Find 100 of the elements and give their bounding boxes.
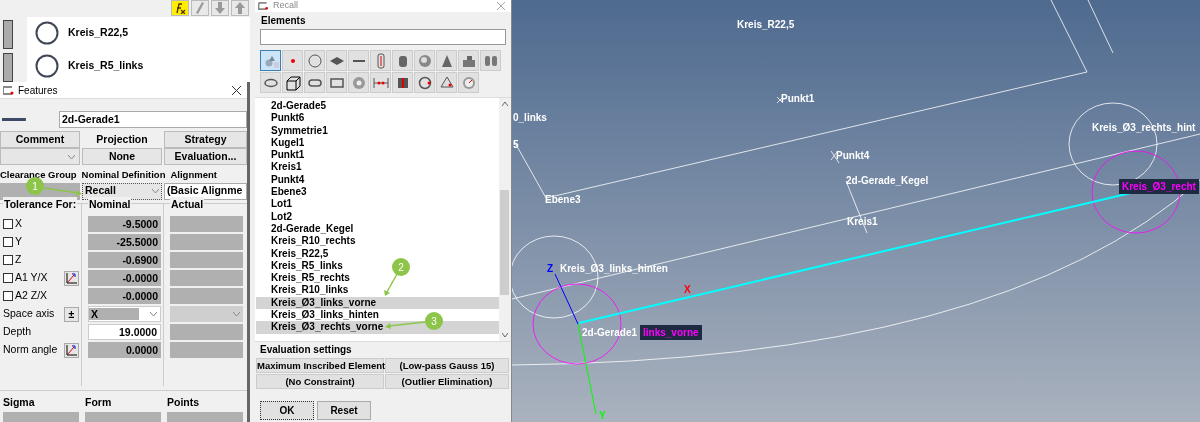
tab[interactable]: Strategy: [164, 131, 247, 149]
list-item[interactable]: Punkt1: [271, 149, 305, 162]
axis-icon-button[interactable]: [64, 270, 79, 286]
canvas-label: Ebene3: [545, 194, 581, 205]
circle-icon: [35, 53, 59, 78]
checkbox[interactable]: [3, 219, 13, 230]
list-item[interactable]: Kreis_Ø3_links_vorne: [271, 296, 377, 310]
field-label: Alignment: [170, 167, 217, 182]
list-item[interactable]: Symmetrie1: [271, 124, 328, 137]
nominal-value: -9.5000: [88, 216, 161, 233]
field-label: Space axis: [3, 306, 55, 322]
list-item[interactable]: Kugel1: [271, 136, 305, 150]
axis-icon: [66, 344, 77, 356]
feature-name[interactable]: Kreis_R22,5: [68, 25, 129, 42]
list-item[interactable]: Kreis_R10_rechts: [271, 235, 356, 248]
ok-button[interactable]: OK: [260, 401, 314, 420]
list-item[interactable]: Kreis_R5_rechts: [271, 272, 350, 285]
group-label: Evaluation settings: [260, 344, 353, 356]
pencil-icon: [196, 2, 204, 14]
field-label: Depth: [3, 324, 32, 340]
scroll-down-icon[interactable]: [502, 333, 508, 337]
nominal-value: 0.0000: [88, 342, 161, 359]
list-item[interactable]: Kreis_R10_links: [271, 284, 349, 297]
list-item[interactable]: Kreis1: [271, 161, 302, 174]
alignment-dropdown[interactable]: (Basic Alignme: [164, 182, 247, 200]
feature-name[interactable]: Kreis_R5_links: [68, 57, 144, 74]
axis-dropdown[interactable]: X: [88, 306, 161, 323]
nominal-definition-dropdown[interactable]: Recall: [82, 182, 162, 200]
canvas-label: X: [684, 284, 691, 295]
axis-icon: [66, 272, 77, 284]
element-type-button[interactable]: [282, 72, 303, 93]
scroll-thumb[interactable]: [500, 190, 509, 295]
pointer-arrow: [384, 273, 398, 296]
list-item[interactable]: Kreis_R22,5: [271, 247, 329, 260]
checkbox[interactable]: [3, 255, 13, 266]
setting-button[interactable]: (Outlier Elimination): [385, 374, 509, 389]
window-icon: [258, 2, 269, 10]
nominal-value: -0.0000: [88, 288, 161, 305]
group-label: Elements: [261, 15, 307, 27]
list-item[interactable]: 2d-Gerade_Kegel: [271, 222, 354, 236]
field-label: A1 Y/X: [15, 270, 48, 286]
scrollbar[interactable]: [499, 98, 511, 341]
projection-button[interactable]: None: [82, 148, 162, 166]
plus-minus-button[interactable]: ±: [64, 306, 79, 322]
canvas-label: Kreis_R22,5: [737, 19, 795, 30]
name-field[interactable]: 2d-Gerade1: [58, 111, 247, 129]
canvas-label: Kreis_Ø3_recht: [1122, 181, 1196, 192]
tab[interactable]: Comment: [0, 131, 80, 149]
list-item[interactable]: Punkt6: [271, 112, 305, 125]
window-title: Features: [18, 83, 58, 98]
formula-button[interactable]: [171, 0, 189, 16]
canvas-label: Punkt4: [836, 150, 870, 161]
list-item[interactable]: Punkt4: [271, 173, 305, 187]
point-icon: [290, 58, 295, 63]
dial-icon: [460, 74, 477, 91]
box-icon: [284, 74, 301, 91]
list-item[interactable]: Kreis_Ø3_rechts_vorne: [271, 321, 384, 334]
list-item[interactable]: Kreis_Ø3_links_hinten: [271, 309, 379, 322]
close-icon[interactable]: [232, 85, 241, 95]
setting-button[interactable]: (No Constraint): [256, 374, 384, 389]
canvas-label: 0_links: [513, 112, 547, 123]
sphere-icon: [416, 52, 433, 69]
nominal-value: -0.6900: [88, 252, 161, 269]
canvas-label: Kreis1: [847, 216, 878, 227]
list-item[interactable]: Kreis_R5_links: [271, 259, 343, 273]
field-label: Nominal Definition: [81, 167, 166, 182]
pointer-arrow: [43, 187, 82, 196]
circle-icon: [35, 21, 59, 46]
field-label: Z: [15, 252, 22, 268]
arrow-up-icon: [235, 2, 245, 14]
move-up-button[interactable]: [231, 0, 249, 16]
checkbox[interactable]: [3, 273, 13, 284]
canvas-label: links_vorne: [643, 327, 699, 338]
reset-button[interactable]: Reset: [317, 401, 371, 420]
axis-icon-button[interactable]: [64, 342, 79, 358]
torus-icon: [350, 74, 367, 91]
field-label: A2 Z/X: [15, 288, 48, 304]
result-label: Sigma: [3, 395, 36, 411]
setting-button[interactable]: (Low-pass Gauss 15): [385, 358, 509, 373]
circle-icon: [306, 52, 323, 69]
step-badge: 1: [26, 177, 44, 195]
checkbox[interactable]: [3, 237, 13, 248]
list-item[interactable]: Ebene3: [271, 186, 307, 199]
list-item[interactable]: Lot2: [271, 210, 293, 223]
canvas-label: Z: [547, 263, 554, 274]
canvas-label: Kreis_Ø3_rechts_hint: [1092, 122, 1196, 133]
result-label: Form: [85, 395, 113, 411]
move-down-button[interactable]: [211, 0, 229, 16]
checkbox[interactable]: [3, 291, 13, 302]
list-item[interactable]: Lot1: [271, 198, 293, 211]
scroll-up-icon[interactable]: [502, 102, 508, 106]
search-field[interactable]: [260, 29, 506, 45]
setting-button[interactable]: Maximum Inscribed Element: [256, 358, 384, 373]
list-item[interactable]: 2d-Gerade5: [271, 100, 327, 113]
depth-field[interactable]: 19.0000: [88, 324, 161, 341]
window-icon: [3, 85, 14, 95]
evaluation-button[interactable]: Evaluation...: [164, 148, 247, 166]
line-icon: [352, 59, 365, 62]
status-bar: [3, 53, 13, 82]
pointer-arrow: [385, 321, 426, 329]
